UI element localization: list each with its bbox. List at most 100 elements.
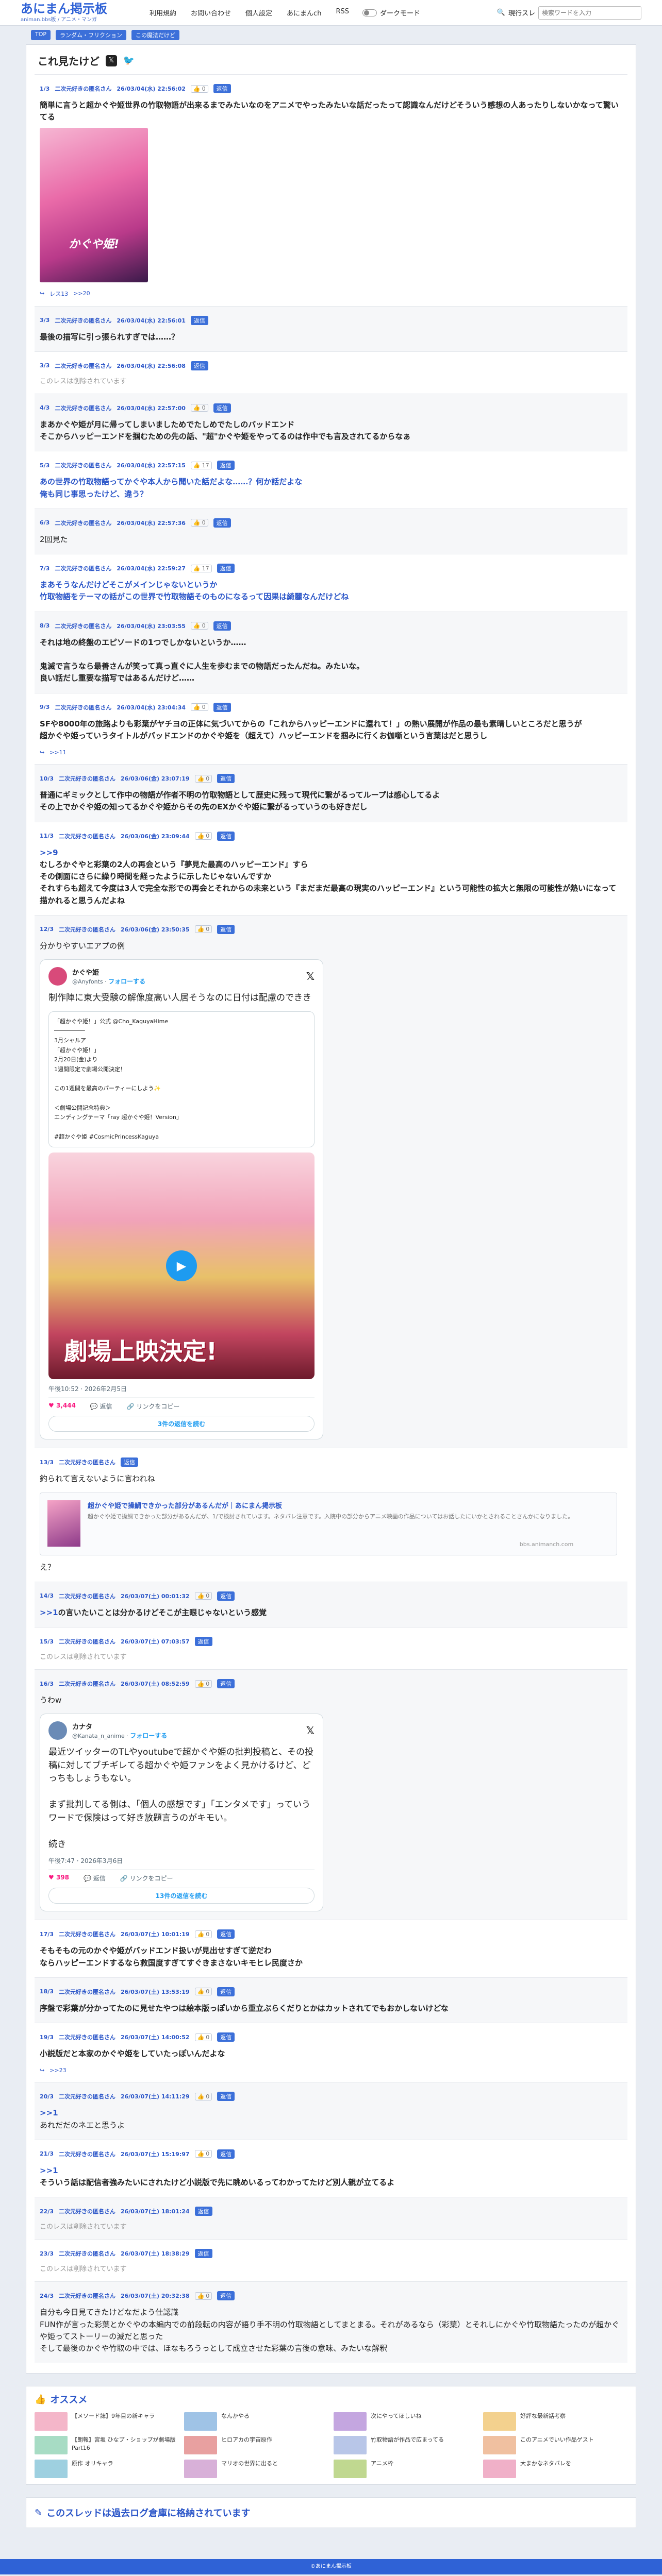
- reply-link[interactable]: >>23: [49, 2067, 66, 2074]
- reply-anchor[interactable]: >>9: [40, 848, 58, 857]
- good-button[interactable]: 👍 17: [190, 461, 212, 469]
- good-button[interactable]: 👍 0: [190, 84, 208, 93]
- osusume-title[interactable]: 【メソード誌】9年目の新キャラ: [72, 2412, 155, 2420]
- good-button[interactable]: 👍 17: [190, 564, 212, 572]
- site-logo[interactable]: あにまん掲示板 animan.bbs板 / アニメ・マンガ: [21, 3, 113, 23]
- reply-to-post-button[interactable]: 返信: [217, 1929, 235, 1939]
- osusume-thumbnail[interactable]: [35, 2412, 68, 2431]
- read-replies-button[interactable]: 13件の返信を読む: [48, 1888, 315, 1904]
- share-icon[interactable]: ↪: [40, 290, 44, 297]
- osusume-item[interactable]: 竹取物語が作品で広まってる: [334, 2436, 478, 2455]
- osusume-thumbnail[interactable]: [35, 2460, 68, 2479]
- osusume-title[interactable]: 【朗報】宮坂 ひなプ・ショップが劇場版 Part16: [72, 2436, 179, 2452]
- reply-button[interactable]: 💬 返信: [90, 1402, 112, 1411]
- logo-title[interactable]: あにまん掲示板: [21, 3, 113, 15]
- embedded-tweet[interactable]: かぐや姫 @Anyfonts · フォローする 𝕏 制作陣に東大受験の解像度高い人居そ…: [40, 959, 323, 1440]
- osusume-title[interactable]: 大まかなネタバレを: [520, 2460, 571, 2468]
- breadcrumb-thread[interactable]: この魔法だけど: [131, 30, 180, 40]
- reply-to-post-button[interactable]: 返信: [213, 518, 231, 528]
- copy-link-button[interactable]: 🔗 リンクをコピー: [120, 1874, 173, 1883]
- tweet-video[interactable]: ▶ 劇場上映決定!: [48, 1153, 315, 1380]
- osusume-item[interactable]: マリオの世界に出ると: [184, 2460, 328, 2479]
- post-number[interactable]: 3/3: [40, 317, 49, 324]
- reply-to-post-button[interactable]: 返信: [190, 315, 208, 325]
- reply-anchor[interactable]: >>1: [40, 2108, 58, 2117]
- osusume-item[interactable]: 【朗報】宮坂 ひなプ・ショップが劇場版 Part16: [35, 2436, 179, 2455]
- good-button[interactable]: 👍 0: [190, 404, 208, 412]
- breadcrumb-category[interactable]: ランダム・フリクション: [56, 30, 127, 40]
- like-button[interactable]: ♥ 398: [48, 1874, 69, 1883]
- good-button[interactable]: 👍 0: [190, 622, 208, 630]
- share-icon[interactable]: ↪: [40, 749, 44, 756]
- share-icon[interactable]: ↪: [40, 2067, 44, 2074]
- reply-to-post-button[interactable]: 返信: [217, 924, 235, 934]
- post-number[interactable]: 9/3: [40, 704, 49, 710]
- osusume-title[interactable]: 原作 オリキャラ: [72, 2460, 113, 2468]
- nav-animanch[interactable]: あにまんch: [287, 8, 321, 18]
- post-number[interactable]: 4/3: [40, 404, 49, 411]
- breadcrumb-top[interactable]: TOP: [31, 30, 51, 40]
- osusume-thumbnail[interactable]: [334, 2436, 367, 2455]
- read-replies-button[interactable]: 3件の返信を読む: [48, 1416, 315, 1432]
- search-scope[interactable]: 現行スレ: [508, 8, 535, 18]
- osusume-item[interactable]: 好評な最新話考察: [483, 2412, 627, 2431]
- reply-to-post-button[interactable]: 返信: [194, 2249, 212, 2259]
- osusume-title[interactable]: なんかやる: [221, 2412, 250, 2420]
- osusume-item[interactable]: このアニメでいい作品ゲスト: [483, 2436, 627, 2455]
- reply-to-post-button[interactable]: 返信: [217, 461, 235, 470]
- osusume-title[interactable]: 好評な最新話考察: [520, 2412, 566, 2420]
- good-button[interactable]: 👍 0: [194, 925, 212, 934]
- tweet-timestamp[interactable]: 午後10:52 · 2026年2月5日: [48, 1384, 315, 1393]
- good-button[interactable]: 👍 0: [194, 2033, 212, 2041]
- reply-to-post-button[interactable]: 返信: [194, 1637, 212, 1647]
- toggle-track[interactable]: [362, 9, 377, 16]
- post-number[interactable]: 13/3: [40, 1459, 54, 1466]
- good-button[interactable]: 👍 0: [194, 2292, 212, 2300]
- good-button[interactable]: 👍 0: [194, 1988, 212, 1996]
- tweet-author-handle[interactable]: @Kanata_n_anime · フォローする: [72, 1731, 167, 1740]
- reply-link[interactable]: レス13: [49, 290, 68, 298]
- osusume-thumbnail[interactable]: [334, 2412, 367, 2431]
- osusume-thumbnail[interactable]: [184, 2460, 217, 2479]
- post-number[interactable]: 10/3: [40, 775, 54, 782]
- post-number[interactable]: 14/3: [40, 1592, 54, 1599]
- good-button[interactable]: 👍 0: [194, 1930, 212, 1938]
- tweet-author-handle[interactable]: @Anyfonts · フォローする: [72, 977, 145, 986]
- osusume-title[interactable]: アニメ枠: [371, 2460, 393, 2468]
- reply-to-post-button[interactable]: 返信: [217, 1679, 235, 1689]
- post-number[interactable]: 21/3: [40, 2150, 54, 2157]
- good-button[interactable]: 👍 0: [194, 2092, 212, 2100]
- nav-contact[interactable]: お問い合わせ: [191, 8, 231, 18]
- reply-anchor[interactable]: >>1: [40, 1608, 58, 1617]
- share-twitter-icon[interactable]: 🐦: [123, 55, 135, 66]
- osusume-title[interactable]: 竹取物語が作品で広まってる: [371, 2436, 444, 2444]
- good-button[interactable]: 👍 0: [190, 519, 208, 527]
- reply-to-post-button[interactable]: 返信: [190, 361, 208, 370]
- reply-to-post-button[interactable]: 返信: [217, 2149, 235, 2159]
- osusume-item[interactable]: 大まかなネタバレを: [483, 2460, 627, 2479]
- dark-mode-toggle[interactable]: ダークモード: [362, 8, 420, 18]
- osusume-item[interactable]: ヒロアカの宇宙原作: [184, 2436, 328, 2455]
- reply-to-post-button[interactable]: 返信: [217, 1591, 235, 1601]
- osusume-title[interactable]: マリオの世界に出ると: [221, 2460, 278, 2468]
- link-card-title[interactable]: 超かぐや姫で操鯛できかった部分があるんだが｜あにまん掲示板: [88, 1500, 573, 1510]
- post-number[interactable]: 6/3: [40, 519, 49, 526]
- post-number[interactable]: 5/3: [40, 462, 49, 469]
- good-button[interactable]: 👍 0: [194, 832, 212, 840]
- post-number[interactable]: 16/3: [40, 1681, 54, 1687]
- x-logo-icon[interactable]: 𝕏: [306, 970, 315, 982]
- osusume-title[interactable]: 次にやってほしいね: [371, 2412, 421, 2420]
- tweet-avatar[interactable]: [48, 1721, 67, 1740]
- osusume-item[interactable]: 【メソード誌】9年目の新キャラ: [35, 2412, 179, 2431]
- post-number[interactable]: 3/3: [40, 362, 49, 369]
- osusume-item[interactable]: アニメ枠: [334, 2460, 478, 2479]
- reply-to-post-button[interactable]: 返信: [213, 702, 231, 712]
- tweet-quote[interactable]: 「超かぐや姫！」公式 @Cho_KaguyaHime ───────── 3月シ…: [48, 1011, 315, 1148]
- reply-to-post-button[interactable]: 返信: [217, 1987, 235, 1996]
- post-number[interactable]: 7/3: [40, 565, 49, 572]
- good-button[interactable]: 👍 0: [194, 2150, 212, 2158]
- tweet-author-name[interactable]: カナタ: [72, 1721, 167, 1731]
- embedded-tweet[interactable]: カナタ @Kanata_n_anime · フォローする 𝕏 最近ツイッターのTLやy…: [40, 1714, 323, 1912]
- copy-link-button[interactable]: 🔗 リンクをコピー: [127, 1402, 180, 1411]
- post-number[interactable]: 11/3: [40, 833, 54, 839]
